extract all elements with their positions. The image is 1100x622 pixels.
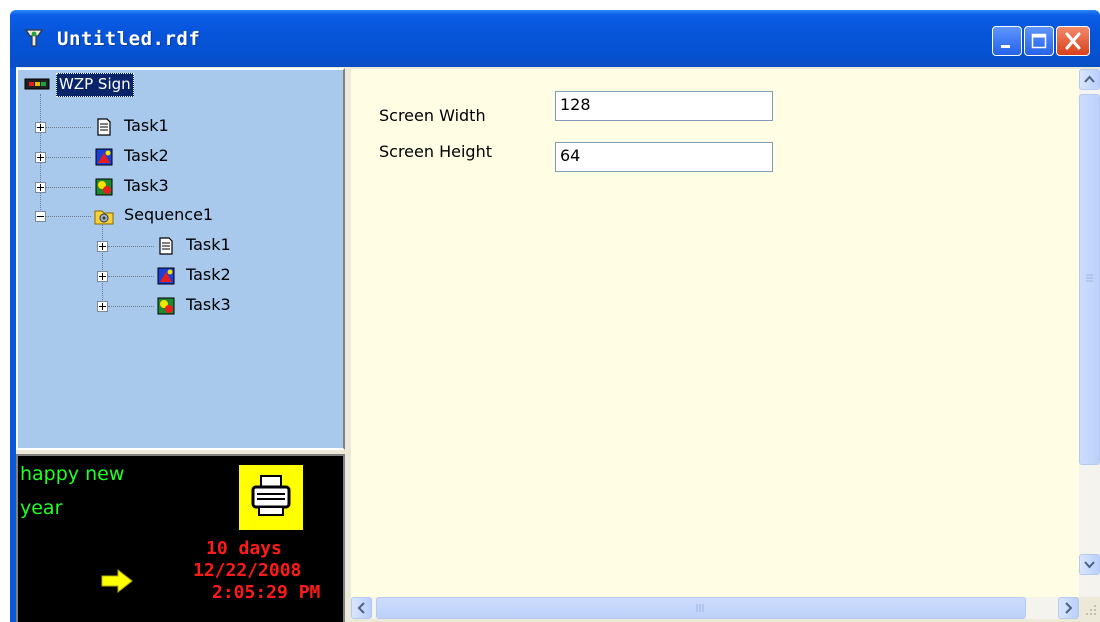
animation-task-icon (157, 297, 175, 315)
grip-icon (696, 604, 704, 612)
expand-toggle-task2[interactable] (35, 152, 46, 163)
tree-connector (46, 127, 91, 128)
sequence-folder-icon (94, 210, 114, 225)
tree-item-task2[interactable]: Task2 (124, 146, 169, 166)
tree-item-task3[interactable]: Task3 (124, 176, 169, 196)
grip-icon (1086, 274, 1093, 282)
text-task-icon (97, 118, 111, 136)
up-arrow-icon (1084, 75, 1095, 83)
tree-connector (46, 187, 91, 188)
minimize-icon (1001, 45, 1010, 48)
title-bar[interactable]: Untitled.rdf (10, 10, 1100, 68)
screen-height-label: Screen Height (379, 142, 492, 161)
right-arrow-icon (1065, 602, 1073, 614)
preview-text-line2: year (20, 497, 63, 519)
picture-task-icon (157, 267, 175, 285)
tree-item-seq-task1[interactable]: Task1 (186, 235, 231, 255)
led-preview-panel: happy new year 10 days 12/22/2008 2:05:2… (16, 454, 345, 622)
plus-icon (99, 243, 106, 250)
minus-icon (37, 216, 44, 217)
preview-countdown: 10 days (206, 538, 282, 559)
screen-width-label: Screen Width (379, 106, 486, 125)
plus-icon (37, 154, 44, 161)
tree-item-sequence1[interactable]: Sequence1 (124, 205, 213, 225)
tree-root-item[interactable]: WZP Sign (56, 73, 134, 97)
scroll-up-button[interactable] (1079, 69, 1100, 90)
left-arrow-icon (357, 602, 365, 614)
scroll-right-button[interactable] (1058, 597, 1079, 619)
app-window: Untitled.rdf WZP Sign Task1 Task2 Task3 … (10, 10, 1100, 622)
tree-connector (46, 216, 91, 217)
screen-width-input[interactable]: 128 (555, 91, 773, 121)
expand-toggle-seq-task2[interactable] (97, 271, 108, 282)
client-area: WZP Sign Task1 Task2 Task3 Sequence1 Tas… (16, 67, 1100, 622)
collapse-toggle-sequence1[interactable] (35, 211, 46, 222)
horizontal-scroll-thumb[interactable] (376, 597, 1026, 619)
app-icon (24, 29, 44, 47)
expand-toggle-task1[interactable] (35, 122, 46, 133)
tree-connector (108, 246, 154, 247)
tree-item-seq-task2[interactable]: Task2 (186, 265, 231, 285)
tree-connector (108, 276, 154, 277)
vertical-scroll-thumb[interactable] (1079, 94, 1100, 465)
picture-task-icon (95, 148, 113, 166)
tree-item-task1[interactable]: Task1 (124, 116, 169, 136)
expand-toggle-seq-task3[interactable] (97, 301, 108, 312)
down-arrow-icon (1084, 561, 1095, 569)
arrow-right-icon (101, 569, 133, 593)
plus-icon (37, 124, 44, 131)
tree-connector (108, 306, 154, 307)
preview-printer-tile (239, 465, 303, 530)
window-title: Untitled.rdf (57, 28, 201, 50)
expand-toggle-seq-task1[interactable] (97, 241, 108, 252)
preview-time: 2:05:29 PM (212, 582, 321, 603)
minimize-button[interactable] (992, 26, 1022, 56)
animation-task-icon (95, 178, 113, 196)
plus-icon (99, 303, 106, 310)
horizontal-scrollbar[interactable] (351, 597, 1079, 619)
scroll-left-button[interactable] (351, 597, 372, 619)
scroll-down-button[interactable] (1079, 554, 1100, 575)
maximize-button[interactable] (1024, 26, 1054, 56)
expand-toggle-task3[interactable] (35, 182, 46, 193)
printer-icon (251, 475, 291, 516)
preview-date: 12/22/2008 (193, 560, 302, 581)
close-icon (1065, 32, 1081, 50)
preview-text-line1: happy new (20, 463, 125, 485)
maximize-icon (1031, 33, 1047, 49)
resize-grip[interactable] (1079, 597, 1100, 619)
tree-connector (46, 157, 91, 158)
text-task-icon (159, 237, 173, 255)
plus-icon (99, 273, 106, 280)
close-button[interactable] (1056, 26, 1090, 56)
properties-panel: Screen Width 128 Screen Height 64 (351, 69, 1079, 619)
plus-icon (37, 184, 44, 191)
sign-tree-view[interactable]: WZP Sign Task1 Task2 Task3 Sequence1 Tas… (16, 68, 345, 450)
screen-height-input[interactable]: 64 (555, 142, 773, 172)
tree-connector (102, 216, 103, 306)
tree-item-seq-task3[interactable]: Task3 (186, 295, 231, 315)
vertical-scrollbar[interactable] (1079, 69, 1100, 597)
led-sign-icon (24, 78, 50, 90)
resize-grip-icon (1086, 605, 1096, 615)
